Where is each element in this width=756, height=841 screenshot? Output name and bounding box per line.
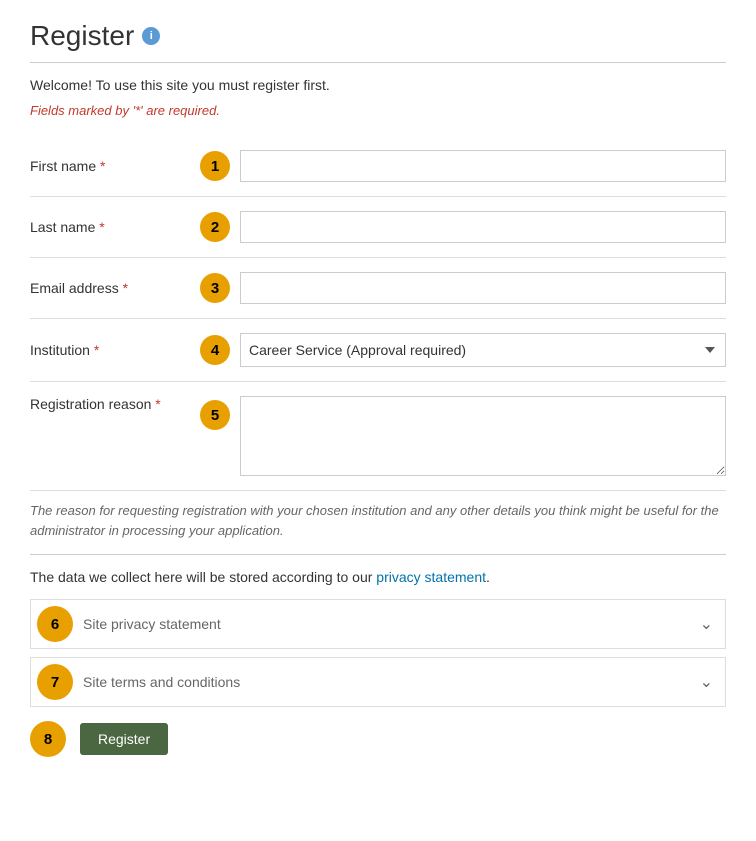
required-note: Fields marked by '*' are required. — [30, 103, 726, 118]
privacy-text: The data we collect here will be stored … — [30, 569, 726, 585]
register-section: 8 Register — [30, 721, 726, 757]
step-badge-2: 2 — [200, 212, 230, 242]
terms-conditions-label: Site terms and conditions — [83, 664, 700, 700]
first-name-input[interactable] — [240, 150, 726, 182]
header-divider — [30, 62, 726, 63]
privacy-link[interactable]: privacy statement — [376, 569, 486, 585]
registration-reason-label: Registration reason * — [30, 396, 190, 412]
registration-reason-row: Registration reason * 5 — [30, 382, 726, 491]
privacy-statement-collapsible[interactable]: 6 Site privacy statement ⌄ — [30, 599, 726, 649]
page-header: Register i — [30, 20, 726, 52]
institution-select[interactable]: Career Service (Approval required) — [240, 333, 726, 367]
step-badge-4: 4 — [200, 335, 230, 365]
last-name-required: * — [99, 219, 104, 235]
last-name-label: Last name * — [30, 219, 190, 235]
email-address-row: Email address * 3 — [30, 258, 726, 319]
registration-reason-required: * — [155, 396, 160, 412]
step-badge-6: 6 — [37, 606, 73, 642]
step-badge-8: 8 — [30, 721, 66, 757]
first-name-required: * — [100, 158, 105, 174]
registration-reason-textarea[interactable] — [240, 396, 726, 476]
email-input[interactable] — [240, 272, 726, 304]
last-name-row: Last name * 2 — [30, 197, 726, 258]
first-name-label: First name * — [30, 158, 190, 174]
registration-reason-hint: The reason for requesting registration w… — [30, 501, 726, 540]
step-badge-3: 3 — [200, 273, 230, 303]
last-name-input[interactable] — [240, 211, 726, 243]
page-title: Register — [30, 20, 134, 52]
institution-required: * — [94, 342, 99, 358]
privacy-chevron-icon: ⌄ — [700, 614, 725, 634]
register-button[interactable]: Register — [80, 723, 168, 755]
privacy-statement-label: Site privacy statement — [83, 606, 700, 642]
terms-conditions-collapsible[interactable]: 7 Site terms and conditions ⌄ — [30, 657, 726, 707]
info-icon[interactable]: i — [142, 27, 160, 45]
step-badge-7: 7 — [37, 664, 73, 700]
welcome-message: Welcome! To use this site you must regis… — [30, 77, 726, 93]
email-address-label: Email address * — [30, 280, 190, 296]
first-name-row: First name * 1 — [30, 136, 726, 197]
privacy-divider — [30, 554, 726, 555]
institution-row: Institution * 4 Career Service (Approval… — [30, 319, 726, 382]
step-badge-5: 5 — [200, 400, 230, 430]
terms-chevron-icon: ⌄ — [700, 672, 725, 692]
institution-label: Institution * — [30, 342, 190, 358]
step-badge-1: 1 — [200, 151, 230, 181]
email-required: * — [123, 280, 128, 296]
